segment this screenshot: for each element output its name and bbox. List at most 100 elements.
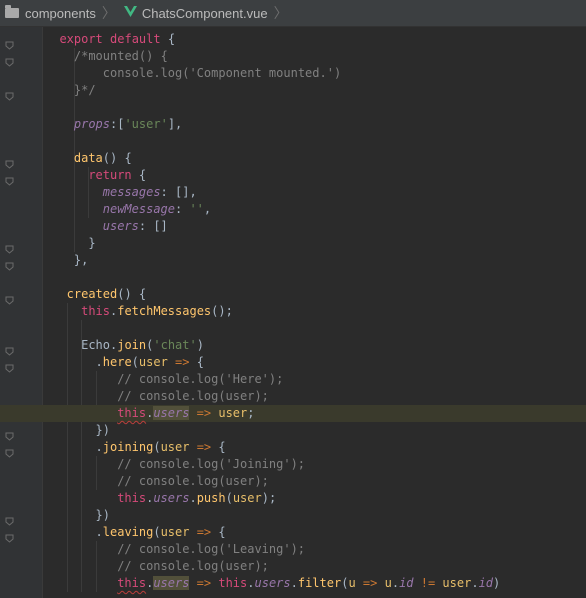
code-token: this (218, 576, 248, 590)
code-token: ) (493, 576, 501, 590)
code-line[interactable]: // console.log('Leaving'); (0, 541, 586, 558)
code-token: => (189, 440, 219, 454)
code-line[interactable]: this.users => user; (0, 405, 586, 422)
code-line[interactable]: this.fetchMessages(); (0, 303, 586, 320)
code-token: push (196, 491, 226, 505)
code-token: => (189, 525, 219, 539)
code-line[interactable]: data() { (0, 150, 586, 167)
code-token: . (95, 525, 103, 539)
code-line[interactable]: messages: [], (0, 184, 586, 201)
code-area[interactable]: export default {/*mounted() { console.log… (0, 27, 586, 598)
code-token: fetchMessages (117, 304, 212, 318)
code-token: // console.log(user); (117, 474, 269, 488)
code-token: => (167, 355, 197, 369)
code-token: messages (102, 185, 161, 199)
code-token: // console.log('Joining'); (117, 457, 306, 471)
code-token: } (88, 236, 96, 250)
code-token: /*mounted() { (73, 49, 168, 63)
code-token: id (478, 576, 494, 590)
code-token: ( (131, 355, 139, 369)
code-token: . (189, 491, 197, 505)
code-token: '' (189, 202, 204, 216)
code-line[interactable]: /*mounted() { (0, 48, 586, 65)
code-token: ], (167, 117, 183, 131)
code-token: users (153, 491, 190, 505)
code-line[interactable]: this.users => this.users.filter(u => u.i… (0, 575, 586, 592)
breadcrumb-file-label: ChatsComponent.vue (141, 5, 268, 21)
breadcrumb-folder[interactable]: components (0, 0, 96, 26)
code-token: }) (95, 508, 110, 522)
code-line[interactable]: console.log('Component mounted.') (0, 65, 586, 82)
code-line[interactable]: .joining(user => { (0, 439, 586, 456)
code-token: // console.log('Leaving'); (117, 542, 306, 556)
code-token: . (290, 576, 298, 590)
code-token: . (95, 440, 103, 454)
code-token: : [] (138, 219, 168, 233)
code-line[interactable]: users: [] (0, 218, 586, 235)
code-line[interactable]: // console.log(user); (0, 473, 586, 490)
code-token: { (131, 168, 147, 182)
code-line[interactable] (0, 133, 586, 150)
code-token: users (102, 219, 139, 233)
code-line[interactable]: .here(user => { (0, 354, 586, 371)
code-line[interactable] (0, 269, 586, 286)
code-token: ) (196, 338, 204, 352)
code-line[interactable]: // console.log(user); (0, 558, 586, 575)
code-token: . (95, 355, 103, 369)
code-token: return (88, 168, 132, 182)
code-line[interactable]: } (0, 235, 586, 252)
code-token: : [], (160, 185, 197, 199)
code-line[interactable]: .leaving(user => { (0, 524, 586, 541)
code-line[interactable]: Echo.join('chat') (0, 337, 586, 354)
code-token: user (160, 440, 190, 454)
code-token: this (117, 406, 147, 420)
code-token: user (232, 491, 262, 505)
breadcrumb: components 〉 ChatsComponent.vue 〉 (0, 0, 586, 27)
code-token: leaving (102, 525, 154, 539)
code-line[interactable]: // console.log(user); (0, 388, 586, 405)
code-line[interactable]: return { (0, 167, 586, 184)
code-token: user (160, 525, 190, 539)
code-line[interactable]: created() { (0, 286, 586, 303)
code-token: => (189, 576, 219, 590)
vue-icon (123, 5, 137, 21)
code-token: // console.log(user); (117, 389, 269, 403)
code-token: console.log('Component mounted.') (102, 66, 342, 80)
code-line[interactable]: // console.log('Here'); (0, 371, 586, 388)
code-token: ); (261, 491, 277, 505)
code-token: () { (117, 287, 147, 301)
code-line[interactable]: // console.log('Joining'); (0, 456, 586, 473)
code-token: join (117, 338, 147, 352)
code-line[interactable] (0, 99, 586, 116)
code-line[interactable]: }) (0, 507, 586, 524)
code-token: default (110, 32, 161, 46)
code-line[interactable]: export default { (0, 31, 586, 48)
code-token: // console.log('Here'); (117, 372, 284, 386)
code-token: 'user' (124, 117, 168, 131)
code-token: joining (102, 440, 154, 454)
code-token: }, (73, 253, 89, 267)
chevron-right-icon: 〉 (273, 5, 288, 21)
code-token: // console.log(user); (117, 559, 269, 573)
code-line[interactable]: }, (0, 252, 586, 269)
code-editor[interactable]: export default {/*mounted() { console.log… (0, 27, 586, 598)
folder-icon (5, 5, 19, 18)
code-line[interactable]: this.users.push(user); (0, 490, 586, 507)
code-line[interactable]: props:['user'], (0, 116, 586, 133)
breadcrumb-file[interactable]: ChatsComponent.vue (122, 0, 268, 26)
code-token: user (442, 576, 472, 590)
code-line[interactable]: }*/ (0, 82, 586, 99)
code-token: this (117, 576, 147, 590)
code-token: { (160, 32, 176, 46)
code-token: this (117, 491, 147, 505)
code-token: here (102, 355, 132, 369)
code-token: }) (95, 423, 110, 437)
code-token: ; (247, 406, 255, 420)
code-line[interactable]: }) (0, 422, 586, 439)
chevron-right-icon: 〉 (101, 5, 116, 21)
code-token: { (218, 440, 226, 454)
code-line[interactable] (0, 320, 586, 337)
code-token: id (399, 576, 414, 590)
code-token: . (391, 576, 400, 590)
code-line[interactable]: newMessage: '', (0, 201, 586, 218)
